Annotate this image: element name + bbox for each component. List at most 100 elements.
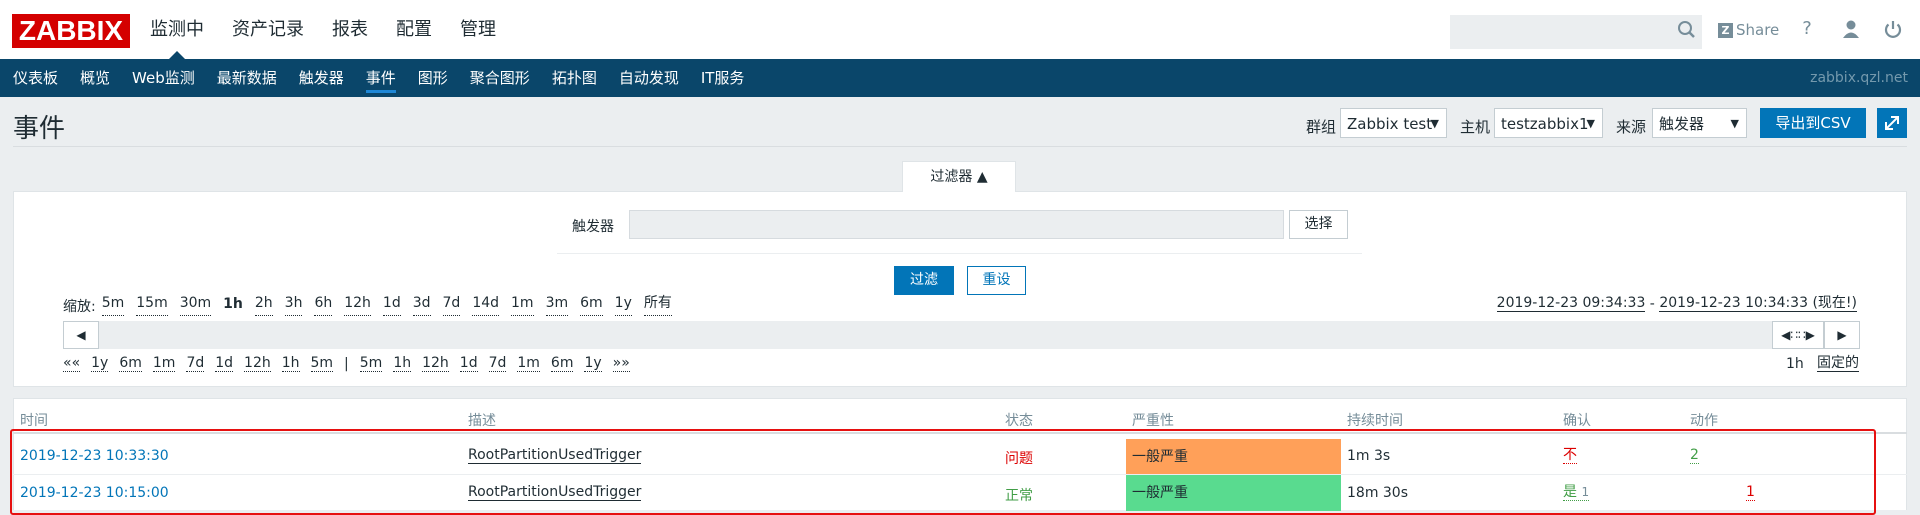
source-select[interactable]: 触发器 ▼: [1652, 108, 1747, 138]
nav-back[interactable]: 5m: [310, 356, 334, 372]
main-nav: 监测中 资产记录 报表 配置 管理: [150, 0, 524, 59]
zoom-option[interactable]: 1y: [614, 296, 632, 316]
sub-nav: 仪表板 概览 Web监测 最新数据 触发器 事件 图形 聚合图形 拓扑图 自动发…: [0, 59, 1920, 97]
zoom-option[interactable]: 2h: [254, 296, 273, 316]
caret-down-icon: ▼: [1586, 117, 1595, 130]
caret-down-icon: ▼: [1430, 117, 1439, 130]
nav-forward[interactable]: 7d: [488, 356, 507, 372]
col-header-ack: 确认: [1563, 413, 1591, 429]
zoom-option[interactable]: 3h: [284, 296, 303, 316]
reset-filter-button[interactable]: 重设: [967, 266, 1026, 295]
zoom-option[interactable]: 3m: [545, 296, 569, 316]
zoom-option[interactable]: 14d: [472, 296, 500, 316]
subnav-events[interactable]: 事件: [365, 59, 396, 97]
zoom-options: 缩放: 5m 15m 30m 1h 2h 3h 6h 12h 1d 3d 7d …: [63, 296, 684, 316]
nav-forward[interactable]: 1h: [393, 356, 412, 372]
group-select[interactable]: Zabbix test ▼: [1340, 108, 1447, 138]
nav-back[interactable]: 12h: [244, 356, 271, 372]
page-title: 事件: [13, 114, 66, 144]
nav-forward[interactable]: 5m: [359, 356, 383, 372]
nav-back[interactable]: 1d: [215, 356, 234, 372]
col-header-duration: 持续时间: [1347, 413, 1403, 429]
zoom-label: 缩放:: [63, 299, 96, 315]
select-trigger-button[interactable]: 选择: [1289, 210, 1348, 239]
share-label: Share: [1736, 21, 1780, 39]
apply-filter-button[interactable]: 过滤: [894, 266, 954, 295]
search-input[interactable]: [1450, 15, 1702, 49]
col-header-actions: 动作: [1690, 413, 1718, 429]
period-start[interactable]: 2019-12-23 09:34:33: [1496, 296, 1646, 312]
nav-back[interactable]: 1m: [152, 356, 176, 372]
nav-forward[interactable]: 1y: [584, 356, 602, 372]
zoom-option[interactable]: 12h: [344, 296, 371, 316]
zoom-option[interactable]: 30m: [179, 296, 212, 316]
col-header-status: 状态: [1005, 413, 1033, 429]
nav-administration[interactable]: 管理: [460, 0, 496, 59]
fullscreen-icon: [1885, 116, 1899, 130]
nav-forward[interactable]: 12h: [422, 356, 449, 372]
host-select-value: testzabbix1: [1501, 115, 1589, 133]
group-select-value: Zabbix test: [1347, 115, 1433, 133]
nav-back[interactable]: 1h: [281, 356, 300, 372]
nav-configuration[interactable]: 配置: [396, 0, 432, 59]
zoom-option[interactable]: 7d: [442, 296, 461, 316]
power-icon[interactable]: [1882, 18, 1904, 40]
subnav-triggers[interactable]: 触发器: [299, 59, 344, 97]
nav-back[interactable]: 6m: [119, 356, 142, 372]
nav-monitoring[interactable]: 监测中: [150, 0, 204, 59]
user-icon[interactable]: [1840, 18, 1862, 40]
subnav-dashboard[interactable]: 仪表板: [13, 59, 58, 97]
nav-reports[interactable]: 报表: [332, 0, 368, 59]
nav-inventory[interactable]: 资产记录: [232, 0, 304, 59]
subnav-discovery[interactable]: 自动发现: [619, 59, 679, 97]
host-select[interactable]: testzabbix1 ▼: [1494, 108, 1603, 138]
caret-down-icon: ▼: [1730, 117, 1739, 130]
trigger-filter-input[interactable]: [629, 210, 1284, 239]
fullscreen-button[interactable]: [1877, 108, 1907, 138]
source-select-value: 触发器: [1659, 115, 1705, 133]
col-header-time[interactable]: 时间: [20, 410, 48, 430]
timeline-scrollbar[interactable]: [63, 321, 1860, 349]
zabbix-logo[interactable]: ZABBIX: [12, 14, 130, 48]
nav-forward[interactable]: 1m: [517, 356, 540, 372]
nav-separator: |: [344, 356, 349, 372]
subnav-graphs[interactable]: 图形: [418, 59, 448, 97]
trigger-filter-label: 触发器: [572, 219, 614, 235]
zoom-option-active[interactable]: 1h: [223, 296, 243, 316]
period-range: 2019-12-23 09:34:33 - 2019-12-23 10:34:3…: [1496, 296, 1857, 312]
nav-forward[interactable]: 6m: [550, 356, 574, 372]
scroll-left-button[interactable]: ◀: [63, 321, 99, 349]
zoom-option[interactable]: 5m: [101, 296, 125, 316]
subnav-it-services[interactable]: IT服务: [701, 59, 745, 97]
timeline-handle[interactable]: ◀∷∷▶: [1772, 321, 1824, 349]
nav-back[interactable]: 1y: [91, 356, 109, 372]
zoom-option[interactable]: 1m: [511, 296, 534, 316]
search-icon[interactable]: [1676, 19, 1698, 41]
zoom-option[interactable]: 3d: [412, 296, 431, 316]
help-icon[interactable]: ?: [1796, 18, 1818, 40]
subnav-overview[interactable]: 概览: [80, 59, 110, 97]
nav-forward[interactable]: »»: [612, 356, 630, 372]
zoom-option[interactable]: 1d: [382, 296, 401, 316]
share-link[interactable]: Z Share: [1718, 20, 1779, 40]
nav-back[interactable]: ««: [63, 356, 81, 372]
period-end[interactable]: 2019-12-23 10:34:33 (现在!): [1659, 296, 1857, 312]
scroll-right-button[interactable]: ▶: [1824, 321, 1860, 349]
zoom-option[interactable]: 15m: [136, 296, 168, 316]
nav-forward[interactable]: 1d: [459, 356, 478, 372]
zoom-option[interactable]: 所有: [643, 296, 672, 316]
zoom-option[interactable]: 6m: [580, 296, 603, 316]
group-label: 群组: [1306, 118, 1337, 136]
host-label: 主机: [1460, 118, 1491, 136]
filter-tab[interactable]: 过滤器 ▲: [902, 161, 1016, 192]
subnav-web[interactable]: Web监测: [132, 59, 195, 97]
period-separator: -: [1645, 296, 1660, 312]
nav-back[interactable]: 7d: [186, 356, 205, 372]
zoom-option[interactable]: 6h: [314, 296, 333, 316]
export-csv-button[interactable]: 导出到CSV: [1760, 108, 1866, 138]
subnav-screens[interactable]: 聚合图形: [470, 59, 530, 97]
header-divider: [13, 146, 1907, 147]
subnav-maps[interactable]: 拓扑图: [552, 59, 597, 97]
fixed-period-toggle[interactable]: 固定的: [1817, 356, 1859, 372]
subnav-latest-data[interactable]: 最新数据: [217, 59, 277, 97]
